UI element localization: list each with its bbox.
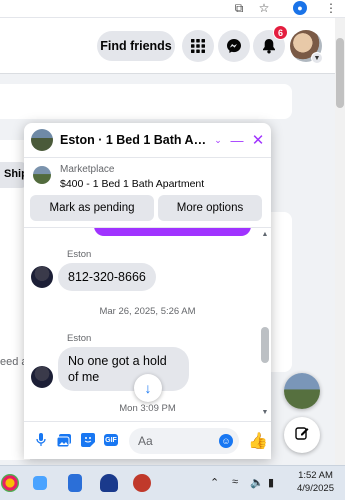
listing-description: $400 - 1 Bed 1 Bath Apartment [60, 178, 205, 190]
emoji-icon[interactable]: ☺ [219, 434, 233, 448]
message-timestamp: Mar 26, 2025, 5:26 AM [99, 306, 196, 317]
thumbs-up-icon[interactable]: 👍 [248, 431, 268, 451]
shield-icon[interactable] [100, 474, 118, 492]
messenger-icon [227, 39, 241, 53]
grid-icon [191, 39, 205, 53]
microphone-icon[interactable] [34, 432, 48, 448]
minimize-icon[interactable]: — [229, 131, 245, 149]
wifi-icon[interactable]: ≈ [232, 476, 238, 488]
app-icon[interactable] [1, 474, 19, 492]
message-sender: Eston [67, 333, 92, 344]
marketplace-label: Marketplace [60, 164, 115, 175]
chat-scrollbar-thumb[interactable] [261, 327, 269, 363]
contact-chat-head[interactable] [284, 373, 320, 409]
bell-icon [263, 39, 275, 54]
chevron-up-icon[interactable]: ⌃ [210, 476, 219, 489]
clock-time: 1:52 AM [298, 470, 333, 481]
app-icon[interactable] [33, 476, 47, 490]
message-list[interactable]: Eston 812-320-8666 Mar 26, 2025, 5:26 AM… [24, 227, 271, 419]
battery-icon[interactable]: ▮ [268, 476, 274, 489]
scroll-up-arrow[interactable]: ▲ [260, 231, 270, 238]
windows-taskbar: ⌃ ≈ 🔈 ▮ 1:52 AM 4/9/2025 [0, 465, 345, 500]
app-icon[interactable] [133, 474, 151, 492]
volume-icon[interactable]: 🔈 [250, 476, 264, 489]
install-app-icon[interactable]: ⧉ [232, 1, 246, 15]
incoming-message-bubble: 812-320-8666 [58, 263, 156, 291]
gif-icon[interactable]: GIF [104, 434, 118, 446]
message-timestamp: Mon 3:09 PM [119, 403, 176, 414]
chevron-down-icon[interactable]: ⌄ [210, 131, 226, 149]
sender-avatar[interactable] [31, 366, 53, 388]
sticker-icon[interactable] [81, 432, 95, 448]
message-sender: Eston [67, 249, 92, 260]
chat-scrollbar[interactable]: ▲ ▼ [260, 229, 270, 419]
background-card [270, 212, 292, 372]
background-card [0, 84, 292, 119]
browser-menu-icon[interactable]: ⋮ [324, 1, 338, 15]
close-icon[interactable]: ✕ [250, 131, 266, 149]
photo-icon[interactable] [57, 432, 71, 448]
browser-profile-icon[interactable]: ● [293, 1, 307, 15]
compose-icon [295, 426, 309, 444]
more-options-button[interactable]: More options [158, 195, 262, 221]
notepad-icon[interactable] [68, 474, 82, 492]
facebook-header: Find friends 6 ▼ [0, 18, 335, 74]
find-friends-button[interactable]: Find friends [97, 31, 175, 61]
new-message-button[interactable] [284, 417, 320, 453]
messenger-button[interactable] [218, 30, 250, 62]
outgoing-message-bubble [94, 228, 251, 236]
chat-avatar[interactable] [31, 129, 53, 151]
marketplace-listing[interactable]: Marketplace $400 - 1 Bed 1 Bath Apartmen… [24, 159, 271, 195]
chat-header[interactable]: Eston · 1 Bed 1 Bath Apart... ⌄ — ✕ [24, 123, 271, 158]
listing-thumbnail [33, 166, 51, 184]
system-clock[interactable]: 1:52 AM 4/9/2025 [288, 469, 343, 495]
chat-title[interactable]: Eston · 1 Bed 1 Bath Apart... [60, 133, 210, 147]
chat-window: Eston · 1 Bed 1 Bath Apart... ⌄ — ✕ Mark… [24, 123, 271, 459]
page-scrollbar-thumb[interactable] [336, 38, 344, 108]
notification-badge: 6 [273, 25, 288, 40]
sender-avatar[interactable] [31, 266, 53, 288]
browser-toolbar: ⧉ ☆ ● ⋮ [0, 0, 345, 18]
page-scrollbar[interactable] [335, 18, 345, 465]
incoming-message-bubble: No one got a hold of me [58, 347, 189, 391]
scroll-down-arrow[interactable]: ▼ [260, 409, 270, 416]
notifications-button[interactable]: 6 [253, 25, 288, 62]
chevron-down-icon[interactable]: ▼ [311, 52, 323, 64]
bookmark-star-icon[interactable]: ☆ [257, 1, 271, 15]
message-composer: GIF ☺ 👍 [24, 421, 271, 459]
arrow-down-icon: ↓ [144, 380, 152, 396]
scroll-to-bottom-button[interactable]: ↓ [134, 374, 162, 402]
mark-as-pending-button[interactable]: Mark as pending [30, 195, 154, 221]
shipping-chip[interactable]: Ship [0, 162, 27, 188]
menu-grid-button[interactable] [182, 30, 214, 62]
clock-date: 4/9/2025 [297, 483, 334, 494]
